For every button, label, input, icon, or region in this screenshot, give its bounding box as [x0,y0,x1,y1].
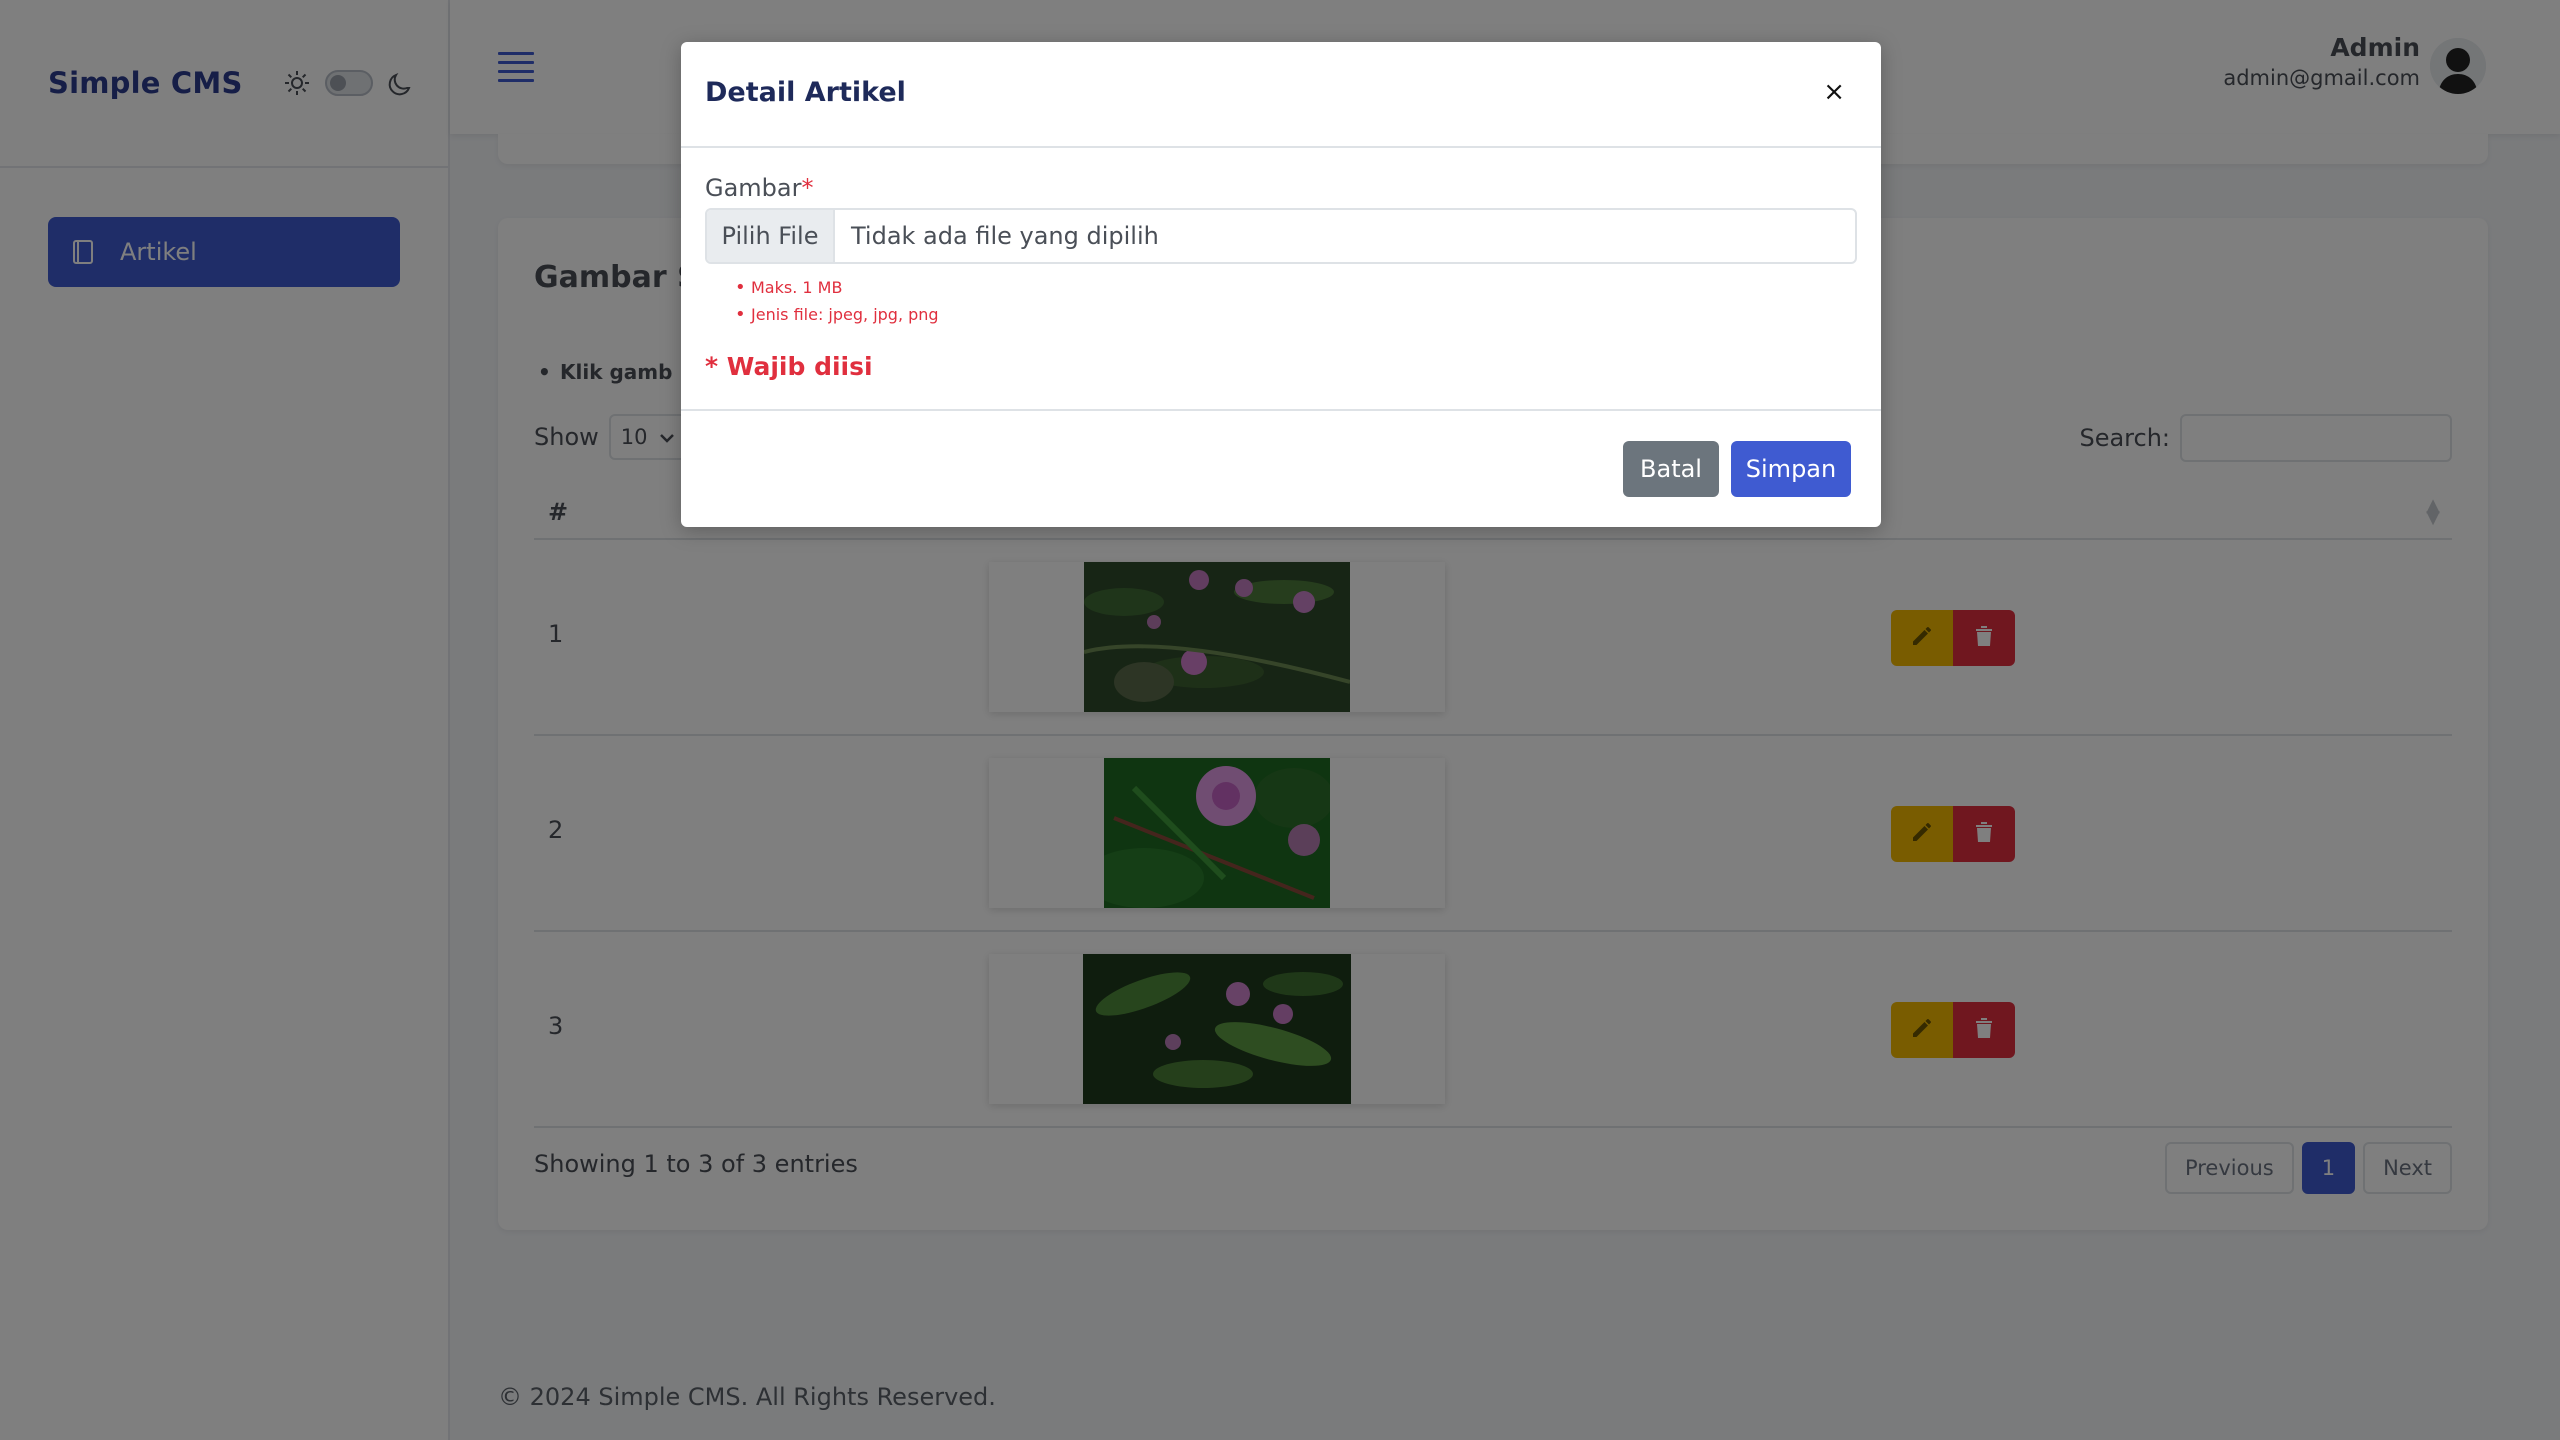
rule-max-size: Maks. 1 MB [735,277,939,298]
file-rules-list: Maks. 1 MB Jenis file: jpeg, jpg, png [735,277,939,332]
image-file-input[interactable]: Pilih File Tidak ada file yang dipilih [705,208,1857,264]
close-icon[interactable]: × [1823,77,1845,107]
image-field-label: Gambar* [705,174,814,202]
modal-title: Detail Artikel [705,77,906,108]
required-note: * Wajib diisi [705,352,873,381]
modal-footer: Batal Simpan [681,409,1881,527]
choose-file-button[interactable]: Pilih File [707,210,835,262]
file-status-text: Tidak ada file yang dipilih [851,222,1159,250]
save-button[interactable]: Simpan [1731,441,1851,497]
modal-header: Detail Artikel × [681,42,1881,148]
cancel-button[interactable]: Batal [1623,441,1719,497]
detail-article-modal: Detail Artikel × Gambar* Pilih File Tida… [681,42,1881,527]
required-mark: * [801,174,814,202]
image-field-label-text: Gambar [705,174,802,202]
rule-file-types: Jenis file: jpeg, jpg, png [735,304,939,325]
